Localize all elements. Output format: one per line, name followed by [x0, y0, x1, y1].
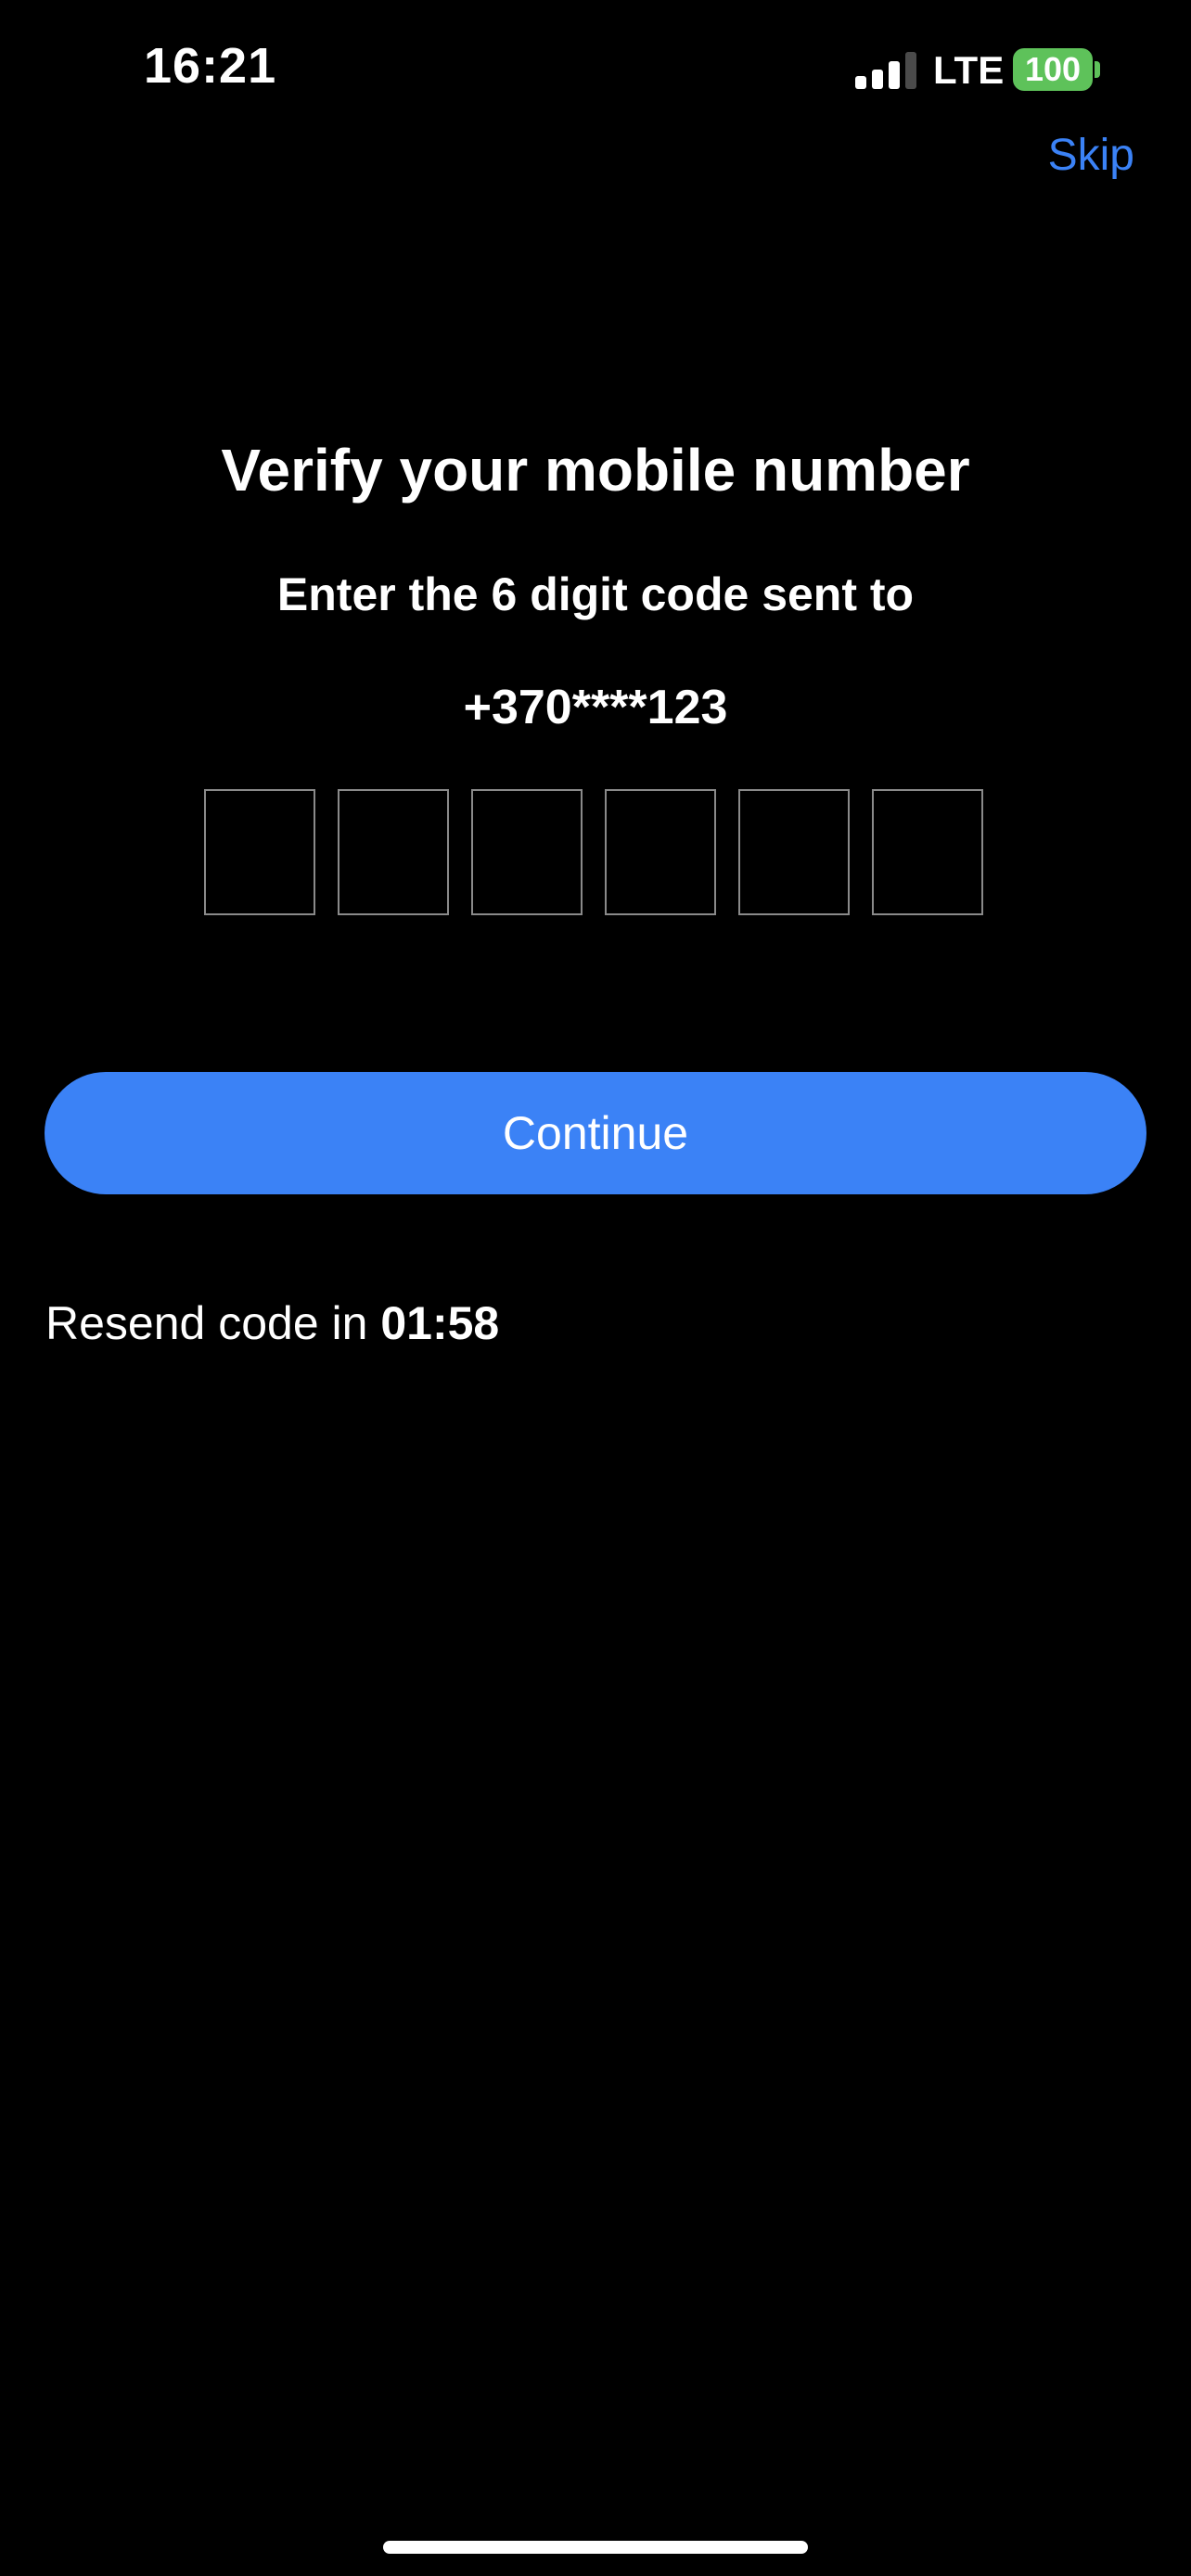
network-type-label: LTE — [933, 48, 1005, 92]
code-digit-6[interactable] — [872, 789, 983, 915]
battery-cap — [1095, 61, 1100, 78]
code-digit-5[interactable] — [738, 789, 850, 915]
resend-countdown: 01:58 — [380, 1297, 500, 1349]
code-digit-1[interactable] — [204, 789, 315, 915]
code-digit-2[interactable] — [338, 789, 449, 915]
skip-button[interactable]: Skip — [1048, 130, 1134, 181]
page-title: Verify your mobile number — [221, 437, 970, 504]
resend-code-text: Resend code in 01:58 — [45, 1296, 499, 1350]
status-time: 16:21 — [144, 38, 277, 94]
continue-button[interactable]: Continue — [45, 1072, 1146, 1194]
cellular-signal-icon — [855, 52, 920, 89]
continue-button-label: Continue — [502, 1107, 689, 1159]
status-bar: 16:21 LTE 100 — [0, 0, 1191, 139]
instruction-text: Enter the 6 digit code sent to — [276, 568, 915, 620]
home-indicator[interactable] — [383, 2541, 808, 2554]
code-digit-4[interactable] — [605, 789, 716, 915]
code-digit-3[interactable] — [471, 789, 583, 915]
resend-prefix: Resend code in — [45, 1297, 381, 1349]
battery-icon: 100 — [1013, 48, 1093, 91]
masked-phone-number: +370****123 — [463, 681, 728, 734]
verification-code-input[interactable] — [204, 789, 987, 915]
battery-level: 100 — [1024, 50, 1082, 88]
